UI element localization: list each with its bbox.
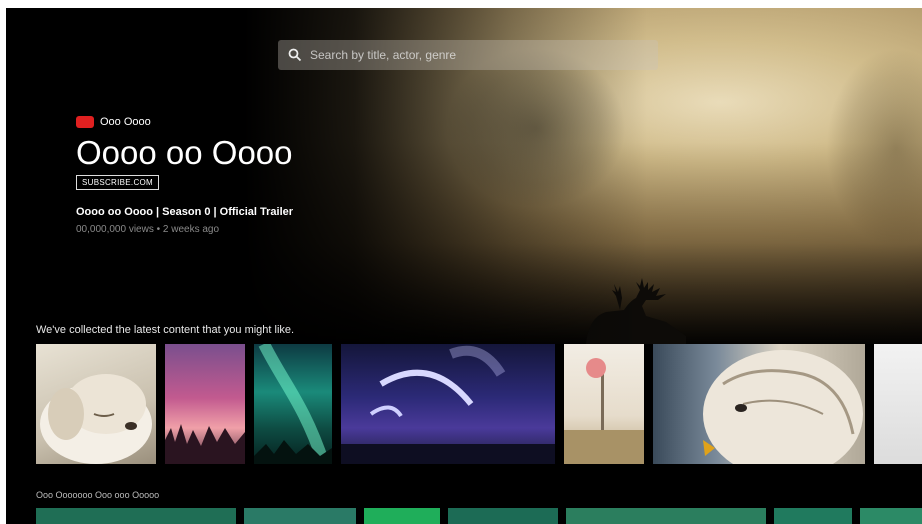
thumbnail-row2-6[interactable]: [774, 508, 852, 524]
thumbnail-light-card[interactable]: [874, 344, 922, 464]
thumbnail-row2-5[interactable]: [566, 508, 766, 524]
hero-title: Oooo oo Oooo: [76, 134, 293, 171]
owl-image: [703, 350, 863, 464]
channel-name: Ooo Oooo: [100, 116, 151, 128]
thumbnail-sleeping-dog[interactable]: [36, 344, 156, 464]
aurora-image: [254, 344, 332, 464]
tree-image: [564, 358, 644, 464]
thumbnail-aurora[interactable]: [254, 344, 332, 464]
thumbnail-row2-7[interactable]: [860, 508, 922, 524]
thumbnail-pink-sunset[interactable]: [165, 344, 245, 464]
dog-image: [40, 374, 152, 464]
thumbnail-row2-4[interactable]: [448, 508, 558, 524]
search-icon: [288, 48, 302, 62]
video-meta: 00,000,000 views • 2 weeks ago: [76, 224, 220, 235]
row-heading: We've collected the latest content that …: [36, 324, 295, 336]
thumbnail-row2-1[interactable]: [36, 508, 236, 524]
tv-home-screen: Search by title, actor, genre Ooo Oooo O…: [0, 0, 922, 524]
top-edge: [0, 0, 922, 8]
channel-logo-icon: [76, 116, 94, 128]
planet-image: [341, 345, 555, 464]
row2-heading: Ooo Ooooooo Ooo ooo Ooooo: [36, 490, 160, 500]
thumbnail-planet-sky[interactable]: [341, 344, 555, 464]
thumbnail-owl[interactable]: [653, 344, 865, 464]
left-edge: [0, 0, 6, 524]
thumbnail-row2-2[interactable]: [244, 508, 356, 524]
video-title[interactable]: Oooo oo Oooo | Season 0 | Official Trail…: [76, 206, 293, 218]
reeds-image: [165, 424, 245, 464]
subscribe-button[interactable]: SUBSCRIBE.COM: [76, 175, 160, 190]
search-input[interactable]: Search by title, actor, genre: [310, 48, 456, 62]
search-bar[interactable]: Search by title, actor, genre: [278, 40, 658, 70]
thumbnail-pink-tree[interactable]: [564, 344, 644, 464]
thumbnail-row2-3[interactable]: [364, 508, 440, 524]
channel-info[interactable]: Ooo Oooo: [76, 116, 151, 128]
